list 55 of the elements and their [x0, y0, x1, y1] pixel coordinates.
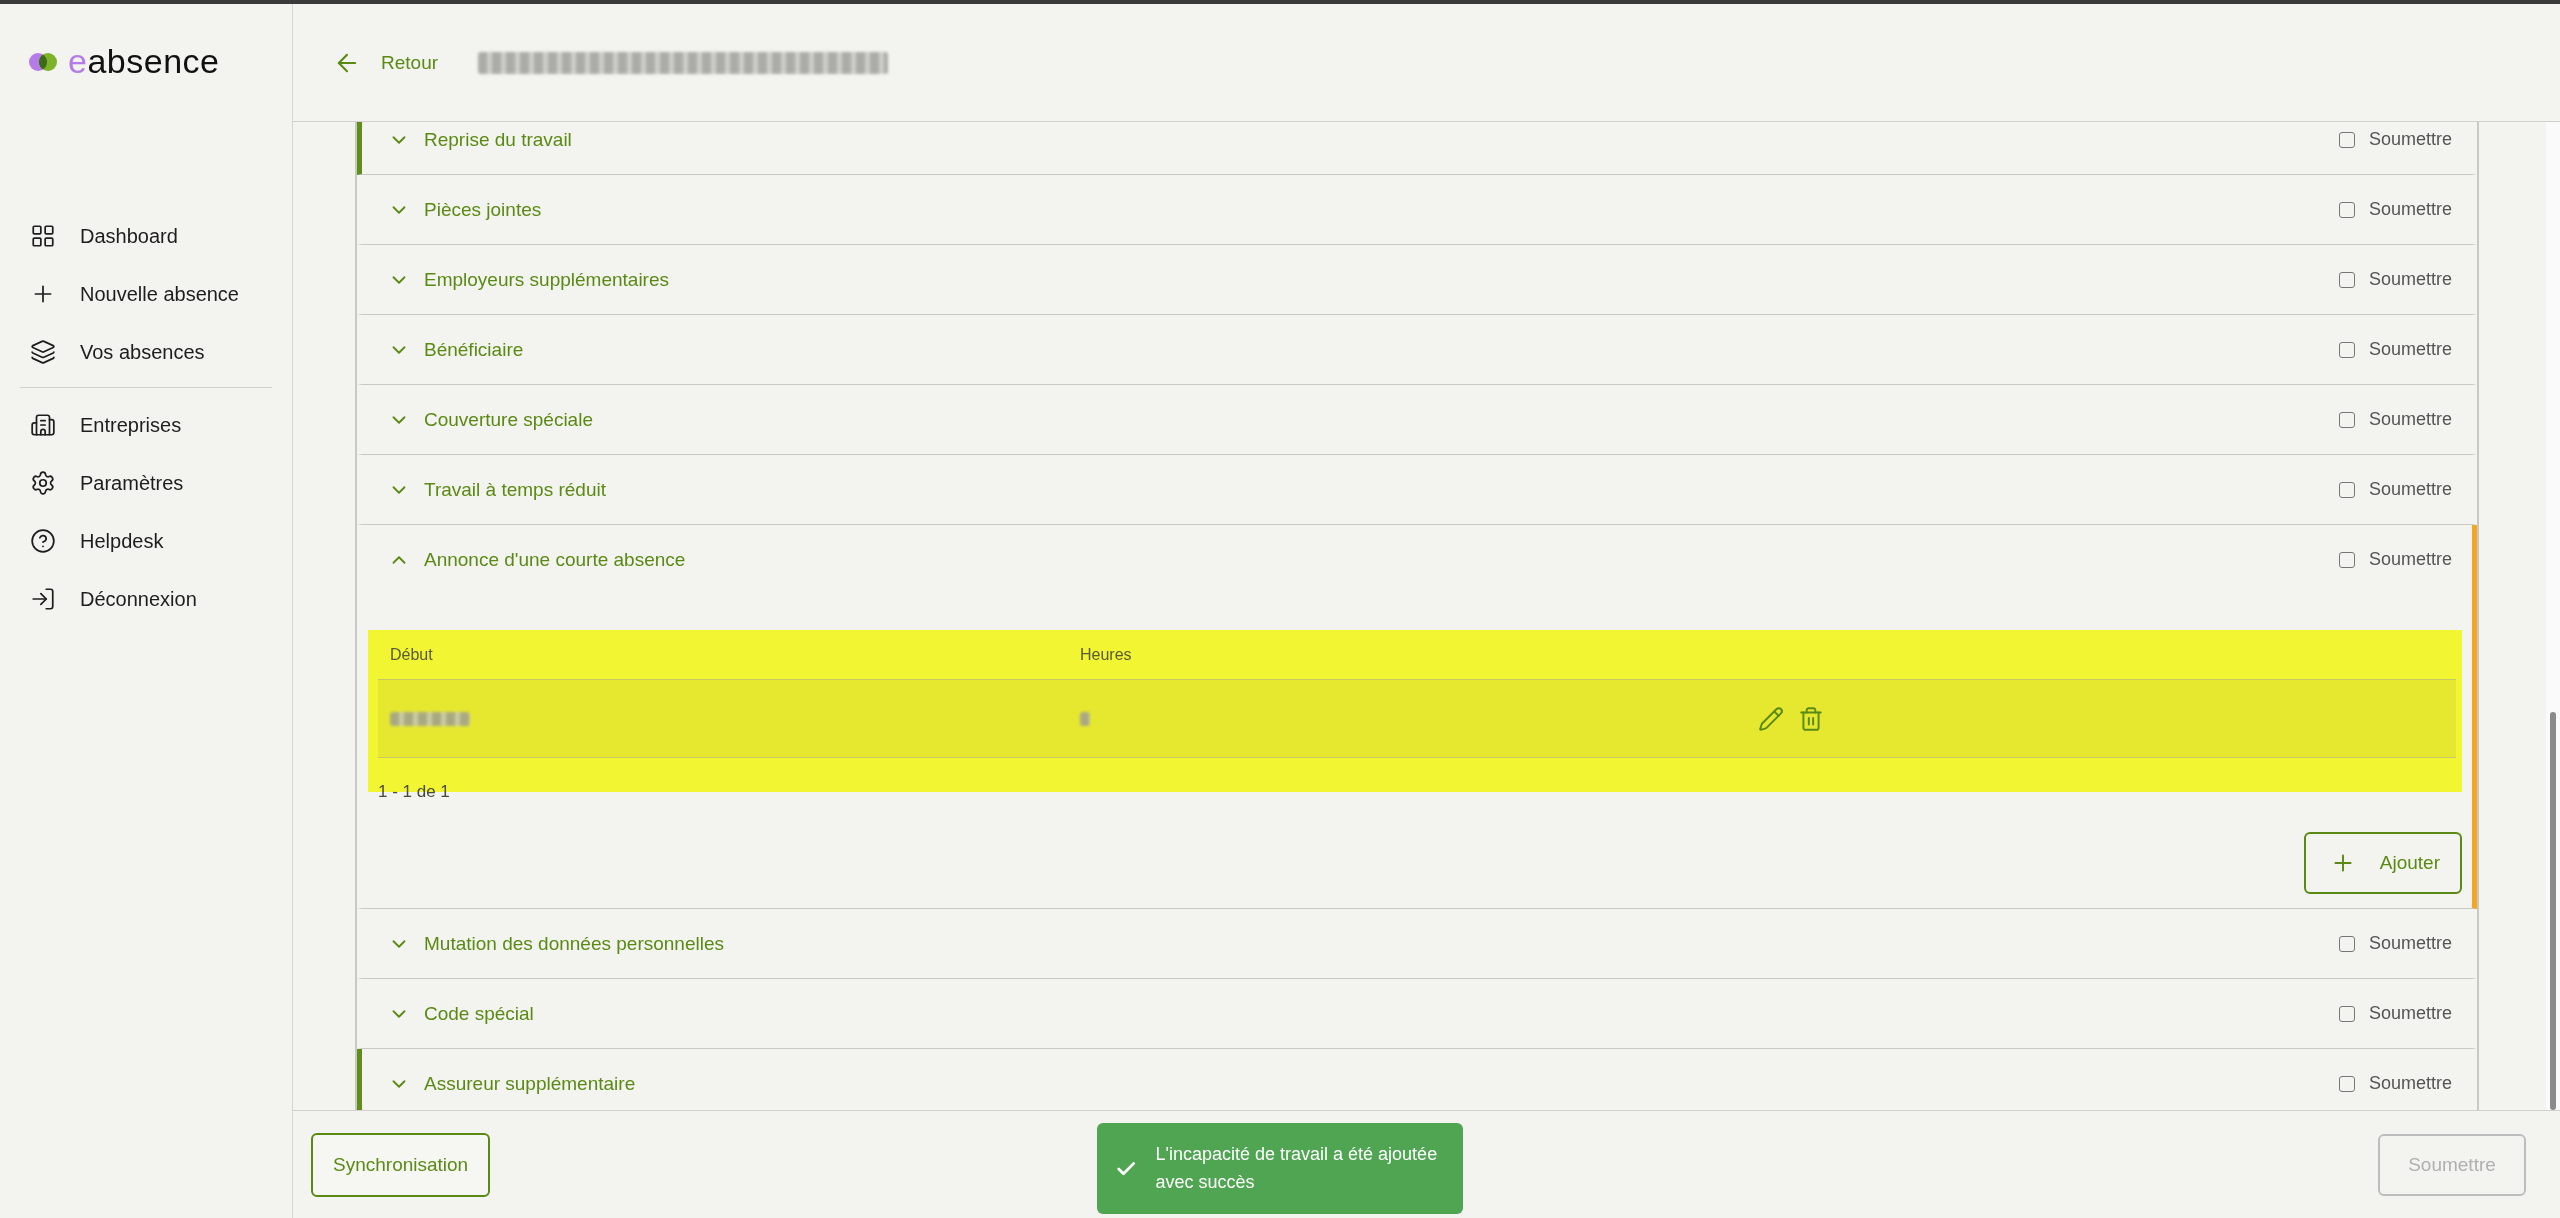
checkbox[interactable]: [2338, 1005, 2355, 1022]
column-header: Début: [389, 645, 434, 664]
checkbox-label: Soumettre: [2368, 1073, 2452, 1094]
back-link[interactable]: Retour: [333, 48, 439, 77]
checkbox[interactable]: [2338, 935, 2355, 952]
checkbox-label: Soumettre: [2368, 409, 2452, 430]
layers-icon: [30, 339, 56, 365]
checkbox-label: Soumettre: [2368, 129, 2452, 150]
checkbox[interactable]: [2338, 131, 2355, 148]
checkbox[interactable]: [2338, 201, 2355, 218]
section-toggle[interactable]: Couverture spéciale: [388, 408, 593, 431]
logo-text: eabsence: [68, 42, 220, 81]
section-toggle[interactable]: Bénéficiaire: [388, 338, 524, 361]
section-toggle[interactable]: Employeurs supplémentaires: [388, 268, 669, 291]
checkbox[interactable]: [2338, 551, 2355, 568]
delete-button[interactable]: [1798, 705, 1824, 732]
checkbox[interactable]: [2338, 1075, 2355, 1092]
building-icon: [30, 412, 56, 438]
nav-item[interactable]: Déconnexion: [20, 570, 272, 628]
gear-icon: [30, 470, 56, 496]
scrollbar[interactable]: [2546, 122, 2560, 1110]
section-toggle[interactable]: Travail à temps réduit: [388, 478, 606, 501]
sync-button[interactable]: Synchronisation: [311, 1132, 491, 1197]
checkbox-label: Soumettre: [2368, 269, 2452, 290]
checkbox[interactable]: [2338, 341, 2355, 358]
nav-item[interactable]: Paramètres: [20, 454, 272, 512]
nav-item[interactable]: Vos absences: [20, 323, 272, 381]
checkbox-label: Soumettre: [2368, 933, 2452, 954]
nav-item[interactable]: Dashboard: [20, 207, 272, 265]
checkbox[interactable]: [2338, 481, 2355, 498]
checkbox-label: Soumettre: [2368, 339, 2452, 360]
edit-button[interactable]: [1758, 705, 1784, 732]
section-toggle[interactable]: Assureur supplémentaire: [388, 1072, 636, 1095]
toast-message: L'incapacité de travail a été ajoutée avec succès: [1155, 1142, 1439, 1194]
grid-icon: [30, 223, 56, 249]
checkbox-label: Soumettre: [2368, 1003, 2452, 1024]
section-toggle[interactable]: Reprise du travail: [388, 128, 572, 151]
help-icon: [30, 528, 56, 554]
section-toggle[interactable]: Annonce d'une courte absence: [388, 548, 686, 571]
nav-item[interactable]: Entreprises: [20, 396, 272, 454]
section-toggle[interactable]: Code spécial: [388, 1002, 534, 1025]
checkbox-label: Soumettre: [2368, 549, 2452, 570]
section-toggle[interactable]: Mutation des données personnelles: [388, 932, 724, 955]
checkbox-label: Soumettre: [2368, 199, 2452, 220]
add-button[interactable]: Ajouter: [2303, 832, 2462, 894]
logo-icon: [28, 51, 58, 72]
checkbox[interactable]: [2338, 271, 2355, 288]
blurred-text: [1080, 711, 1090, 726]
checkbox[interactable]: [2338, 411, 2355, 428]
nav-item[interactable]: Nouvelle absence: [20, 265, 272, 323]
nav-item[interactable]: Helpdesk: [20, 512, 272, 570]
checkbox-label: Soumettre: [2368, 479, 2452, 500]
column-header: Heures: [1079, 645, 1133, 664]
section-toggle[interactable]: Pièces jointes: [388, 198, 542, 221]
logout-icon: [30, 586, 56, 612]
